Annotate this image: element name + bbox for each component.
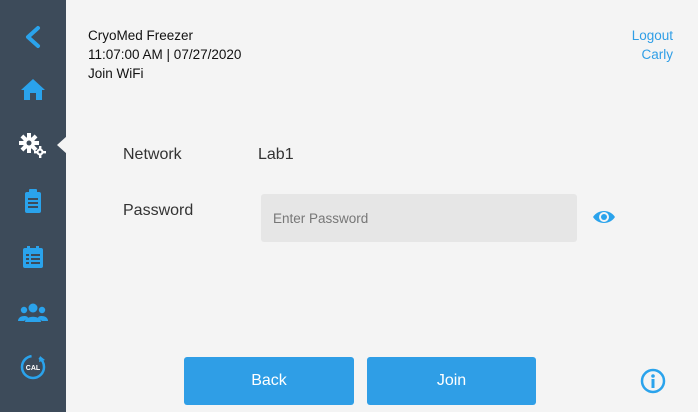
- home-icon: [21, 79, 45, 100]
- network-value: Lab1: [258, 146, 294, 163]
- logout-link[interactable]: Logout: [632, 26, 673, 45]
- calibration-icon: CAL: [20, 354, 46, 380]
- back-nav-button[interactable]: [0, 12, 66, 62]
- calendar-list-icon: [23, 246, 43, 268]
- device-header: CryoMed Freezer 11:07:00 AM | 07/27/2020…: [88, 26, 241, 83]
- join-button[interactable]: Join: [367, 357, 536, 405]
- users-nav-button[interactable]: [0, 288, 66, 338]
- network-label: Network: [123, 146, 182, 163]
- svg-text:CAL: CAL: [26, 365, 41, 372]
- back-button[interactable]: Back: [184, 357, 354, 405]
- page-title: Join WiFi: [88, 66, 144, 81]
- settings-nav-button[interactable]: [0, 120, 67, 170]
- chevron-left-icon: [26, 26, 40, 48]
- eye-icon[interactable]: [592, 208, 616, 226]
- password-input[interactable]: [261, 194, 577, 242]
- datetime: 11:07:00 AM | 07/27/2020: [88, 47, 242, 62]
- info-icon[interactable]: [640, 368, 666, 394]
- gears-icon: [19, 133, 46, 158]
- sidebar: CAL: [0, 0, 67, 412]
- device-name: CryoMed Freezer: [88, 28, 194, 43]
- schedule-nav-button[interactable]: [0, 232, 66, 282]
- home-nav-button[interactable]: [0, 64, 66, 114]
- clipboard-icon: [25, 189, 41, 213]
- user-block: Logout Carly: [632, 26, 673, 64]
- logs-nav-button[interactable]: [0, 176, 66, 226]
- password-label: Password: [123, 202, 194, 219]
- main-content: CryoMed Freezer 11:07:00 AM | 07/27/2020…: [66, 0, 698, 412]
- username: Carly: [641, 47, 673, 62]
- users-icon: [18, 303, 48, 322]
- calibration-nav-button[interactable]: CAL: [0, 342, 66, 392]
